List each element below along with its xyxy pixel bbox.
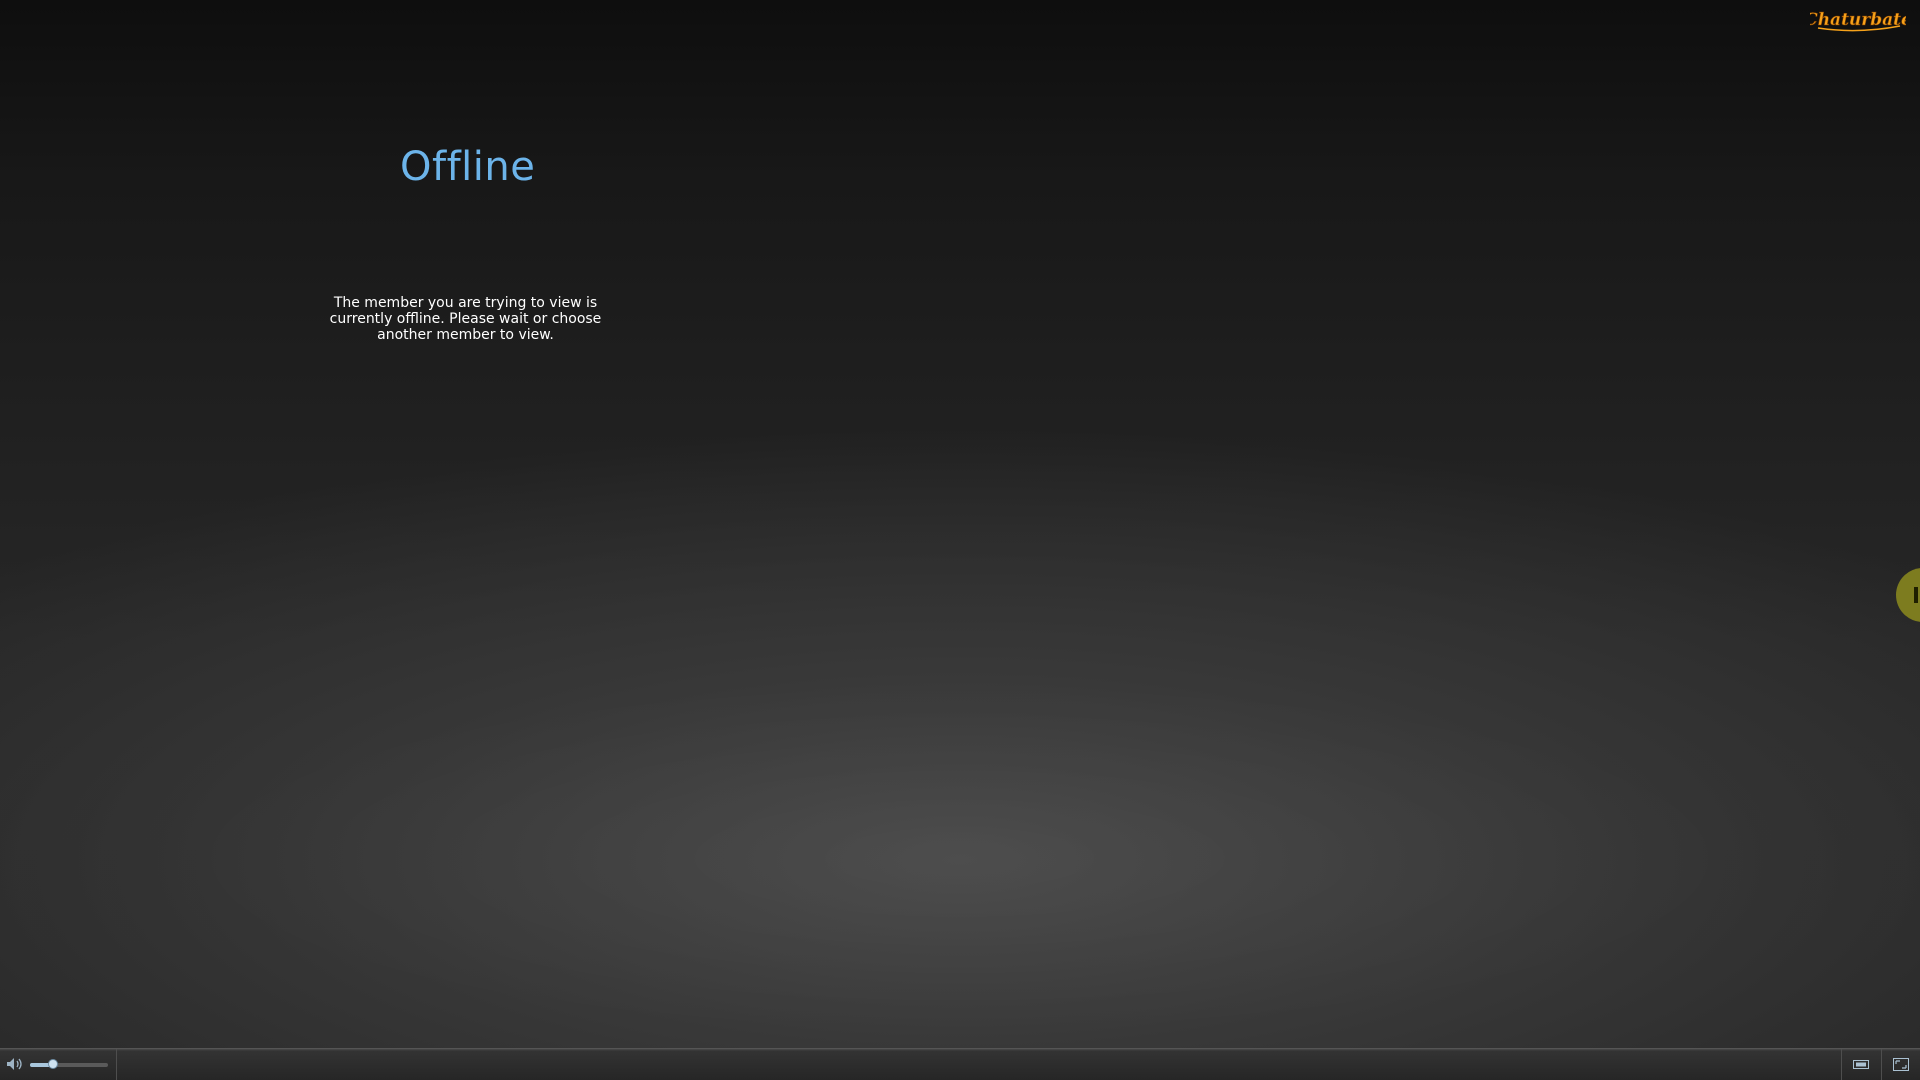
fullscreen-button[interactable] — [1881, 1049, 1920, 1080]
theater-mode-button[interactable] — [1841, 1049, 1880, 1080]
chaturbate-logo[interactable]: Chaturbate — [1810, 4, 1906, 34]
chevron-left-icon — [1914, 587, 1918, 603]
volume-control — [0, 1049, 117, 1080]
side-panel-toggle[interactable] — [1896, 568, 1920, 622]
offline-title: Offline — [400, 144, 536, 190]
fullscreen-icon — [1893, 1058, 1909, 1071]
volume-knob[interactable] — [48, 1059, 59, 1069]
volume-slider[interactable] — [30, 1059, 108, 1069]
speaker-icon[interactable] — [6, 1057, 24, 1071]
offline-message: The member you are trying to view is cur… — [329, 295, 602, 343]
theater-mode-icon — [1853, 1060, 1869, 1069]
player-control-bar — [0, 1048, 1920, 1080]
video-player: Chaturbate Offline The member you are tr… — [0, 0, 1920, 1048]
